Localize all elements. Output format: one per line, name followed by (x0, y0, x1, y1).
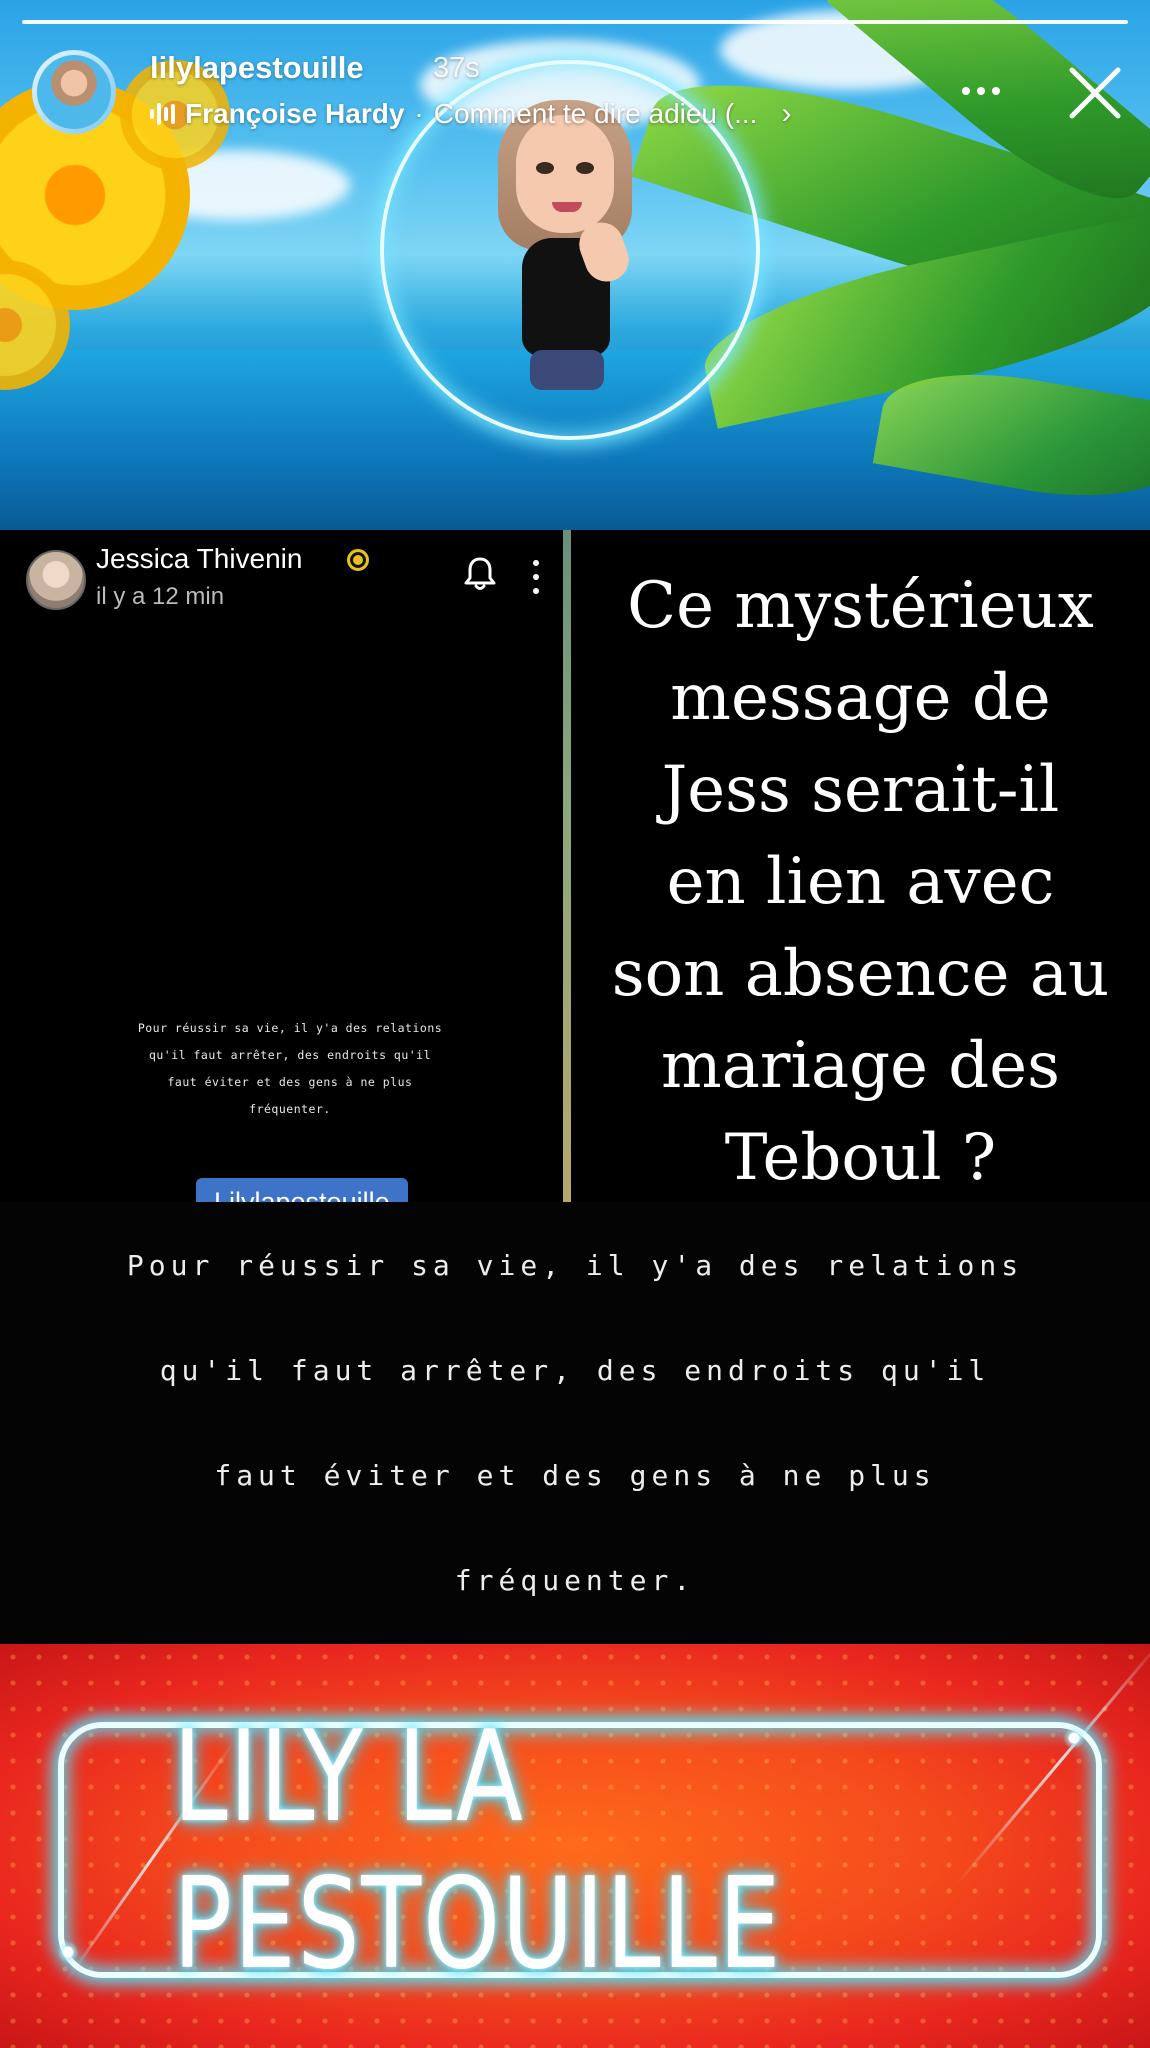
headline-line: message de (670, 661, 1051, 735)
snap-author-avatar (26, 550, 86, 610)
music-artist: Françoise Hardy (185, 98, 405, 129)
more-vertical-icon (530, 560, 542, 594)
close-icon (1069, 67, 1121, 119)
story-time: 37s (433, 52, 480, 84)
collage-divider (563, 530, 571, 1202)
neon-brand-text: LILY LA PESTOUILLE (172, 1703, 783, 1997)
zoomed-quote-line: Pour réussir sa vie, il y'a des relation… (126, 1249, 1024, 1282)
audio-bars-icon (150, 101, 175, 127)
snap-quote-line: qu'il faut arrêter, des endroits qu'il (148, 1048, 432, 1062)
avatar-eye (536, 162, 554, 174)
headline-line: Ce mystérieux (627, 569, 1094, 643)
bell-icon (463, 556, 497, 592)
dot-icon (977, 87, 985, 95)
headline-line: son absence au (611, 937, 1110, 1011)
zoomed-quote-line: qu'il faut arrêter, des endroits qu'il (159, 1354, 991, 1387)
snap-quote-line: Pour réussir sa vie, il y'a des relation… (137, 1021, 443, 1035)
avatar-face (516, 115, 614, 233)
zoomed-quote-line: faut éviter et des gens à ne plus (214, 1459, 936, 1492)
headline-line: Jess serait-il (661, 753, 1060, 827)
sparkle-icon (57, 1941, 79, 1963)
zoomed-quote-wrapper: Pour réussir sa vie, il y'a des relation… (0, 1202, 1150, 1644)
more-options-button[interactable] (958, 74, 1004, 108)
close-button[interactable] (1062, 60, 1128, 126)
snap-time: il y a 12 min (96, 583, 225, 610)
headline-line: Teboul ? (724, 1121, 997, 1195)
dot-icon (962, 87, 970, 95)
story-username[interactable]: lilylapestouille (150, 50, 364, 86)
music-title: Comment te dire adieu (... (433, 98, 758, 129)
snap-quote-text: Pour réussir sa vie, il y'a des relation… (70, 1015, 510, 1123)
snap-quote-line: faut éviter et des gens à ne plus (167, 1075, 413, 1089)
music-separator: · (414, 98, 424, 129)
chevron-right-icon: › (781, 97, 792, 130)
zoomed-quote-line: fréquenter. (454, 1564, 696, 1597)
headline-text: Ce mystérieux message de Jess serait-il … (578, 560, 1143, 1204)
headline-line: en lien avec (666, 845, 1055, 919)
snap-quote-line: fréquenter. (249, 1102, 331, 1116)
verified-badge-icon (347, 549, 369, 571)
story-progress-bar (22, 20, 1128, 24)
music-attribution[interactable]: Françoise Hardy · Comment te dire adieu … (150, 97, 791, 131)
avatar-jeans (530, 350, 604, 390)
snap-author-name: Jessica Thivenin (96, 543, 303, 574)
dot-icon (992, 87, 1000, 95)
sparkle-icon (1063, 1727, 1085, 1749)
profile-avatar[interactable] (37, 55, 111, 129)
headline-line: mariage des (661, 1029, 1060, 1103)
avatar-eye (576, 162, 594, 174)
zoomed-quote-text: Pour réussir sa vie, il y'a des relation… (0, 1213, 1150, 1633)
